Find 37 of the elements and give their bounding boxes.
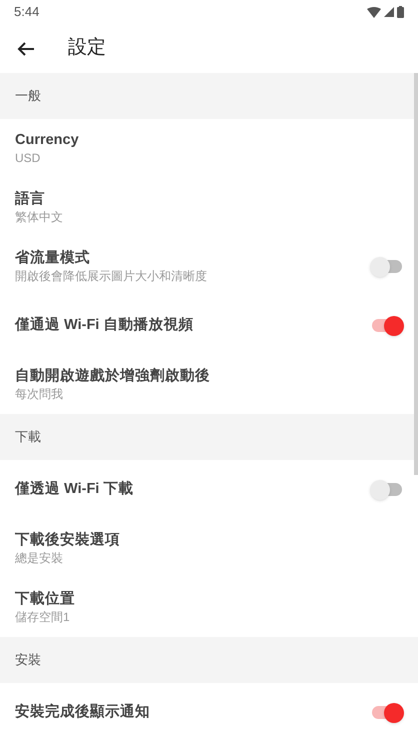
item-title: 語言 (15, 190, 46, 209)
settings-item[interactable]: 安裝完成後顯示通知 (0, 683, 418, 742)
item-subtitle: USD (15, 150, 42, 166)
item-title: Currency (15, 131, 80, 150)
wifi-icon (367, 6, 381, 18)
battery-icon (397, 6, 404, 18)
settings-item[interactable]: 下載後安裝選項 總是安裝 (0, 519, 418, 578)
item-subtitle: 儲存空間1 (15, 609, 71, 625)
settings-item[interactable]: 僅通過 Wi-Fi 自動播放視頻 (0, 296, 418, 355)
item-title: 僅通過 Wi-Fi 自動播放視頻 (15, 316, 194, 335)
back-arrow-icon (17, 42, 35, 56)
settings-item[interactable]: Currency USD (0, 119, 418, 178)
toggle-switch[interactable] (370, 702, 404, 724)
section-header: 一般 (15, 87, 41, 106)
item-title: 省流量模式 (15, 249, 91, 268)
item-title: 安裝完成後顯示通知 (15, 703, 151, 722)
page-title: 設定 (68, 36, 106, 60)
settings-item[interactable]: 語言 繁体中文 (0, 178, 418, 237)
toggle-switch[interactable] (370, 256, 404, 278)
settings-item[interactable]: 自動開啟遊戲於增強劑啟動後 每次問我 (0, 355, 418, 414)
settings-item[interactable]: 僅透過 Wi-Fi 下載 (0, 460, 418, 519)
item-title: 僅透過 Wi-Fi 下載 (15, 480, 134, 499)
section-header: 安裝 (15, 651, 41, 670)
toggle-switch[interactable] (370, 314, 404, 336)
settings-item[interactable]: 省流量模式 開啟後會降低展示圖片大小和清晰度 (0, 237, 418, 296)
item-subtitle: 繁体中文 (15, 209, 64, 225)
section-header: 下載 (15, 428, 41, 446)
toggle-switch[interactable] (370, 478, 404, 500)
item-subtitle: 總是安裝 (15, 550, 64, 566)
item-title: 下載後安裝選項 (15, 531, 121, 550)
settings-item[interactable]: 下載位置 儲存空間1 (0, 578, 418, 637)
item-title: 下載位置 (15, 590, 76, 609)
item-title: 自動開啟遊戲於增強劑啟動後 (15, 367, 211, 386)
item-subtitle: 每次問我 (15, 386, 64, 402)
item-subtitle: 開啟後會降低展示圖片大小和清晰度 (15, 268, 208, 284)
signal-icon (384, 7, 394, 17)
status-time: 5:44 (14, 3, 40, 22)
